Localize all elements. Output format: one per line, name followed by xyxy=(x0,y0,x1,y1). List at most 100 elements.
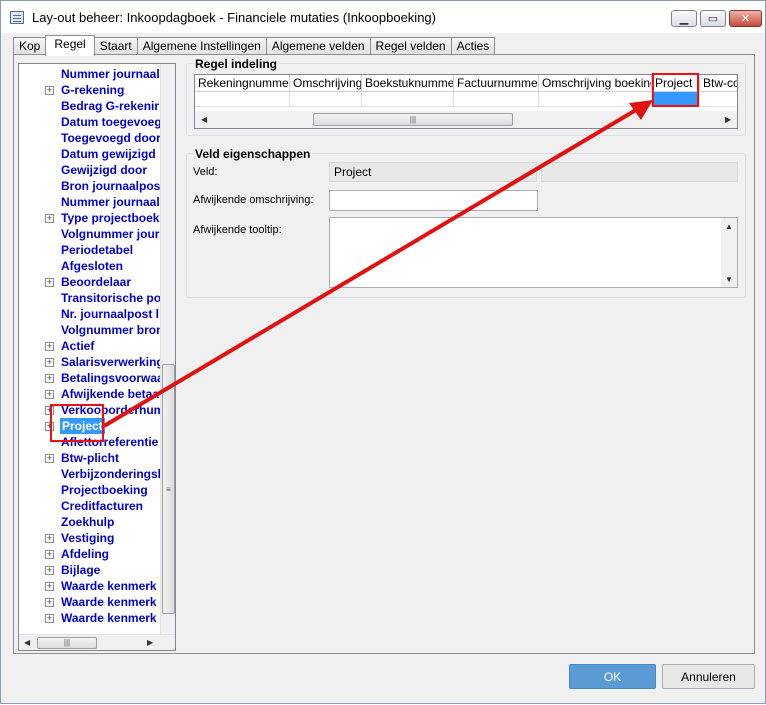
tree-item[interactable]: + Waarde kenmerk xyxy=(19,594,162,610)
grid-cell[interactable] xyxy=(454,92,539,107)
tree-item[interactable]: + Salarisverwerking xyxy=(19,354,164,370)
tree-item[interactable]: Creditfacturen xyxy=(19,498,162,514)
tree-item[interactable]: + Btw-plicht xyxy=(19,450,162,466)
tree-vertical-scroll-thumb[interactable]: ≡ xyxy=(162,364,175,614)
tree-vertical-scrollbar[interactable]: ≡ xyxy=(160,64,175,634)
minimize-button[interactable]: ▁ xyxy=(671,10,697,27)
grid-horizontal-scroll-thumb[interactable]: ||| xyxy=(313,113,513,126)
tree-item[interactable]: Periodetabel xyxy=(19,242,162,258)
expand-icon[interactable]: + xyxy=(45,86,54,95)
app-icon xyxy=(10,11,24,24)
tree-item[interactable]: + Type projectboek xyxy=(19,210,162,226)
tab-regel-velden[interactable]: Regel velden xyxy=(369,37,452,55)
tree-item[interactable]: Datum gewijzigd xyxy=(19,146,162,162)
grid-cell[interactable] xyxy=(290,92,362,107)
tree-item[interactable]: Nummer journaalp xyxy=(19,194,167,210)
grid-column-header[interactable]: Factuurnummer xyxy=(454,75,539,92)
tree-horizontal-scrollbar[interactable]: ◀ ||| ▶ xyxy=(19,634,175,650)
cancel-button[interactable]: Annuleren xyxy=(662,664,755,689)
tree-item-label: Betalingsvoorwaa xyxy=(61,371,164,385)
tree-item[interactable]: Toegevoegd door xyxy=(19,130,162,146)
tree-item[interactable]: Volgnummer journ xyxy=(19,226,167,242)
tab-staart[interactable]: Staart xyxy=(93,37,138,55)
tree-item-label: Actief xyxy=(61,339,95,353)
expand-icon[interactable]: + xyxy=(45,374,54,383)
annotation-box-grid-project xyxy=(652,73,699,107)
expand-icon[interactable]: + xyxy=(45,598,54,607)
afwijkende-tooltip-label: Afwijkende tooltip: xyxy=(193,224,282,236)
tree-item-label: Datum toegevoeg xyxy=(61,115,162,129)
expand-icon[interactable]: + xyxy=(45,342,54,351)
grid-cell[interactable] xyxy=(539,92,652,107)
tree-item[interactable]: Bron journaalpost xyxy=(19,178,164,194)
scroll-down-icon[interactable]: ▼ xyxy=(725,275,733,284)
tree-item[interactable]: + Vestiging xyxy=(19,530,162,546)
grid-horizontal-scrollbar[interactable]: ◀ ||| ▶ xyxy=(195,111,737,128)
tree-item[interactable]: + Actief xyxy=(19,338,162,354)
tree-item-label: Volgnummer bron xyxy=(61,323,164,337)
ok-button[interactable]: OK xyxy=(569,664,656,689)
veld-extra-value xyxy=(541,162,738,182)
tree-horizontal-scroll-thumb[interactable]: ||| xyxy=(37,637,97,649)
grid-scroll-left-icon[interactable]: ◀ xyxy=(201,115,207,124)
scroll-up-icon[interactable]: ▲ xyxy=(725,222,733,231)
afwijkende-tooltip-textarea[interactable]: ▲ ▼ xyxy=(329,217,738,288)
tree-item[interactable]: Bedrag G-rekenir xyxy=(19,98,162,114)
tree-item-label: Afgesloten xyxy=(61,259,124,273)
tree-item-label: Toegevoegd door xyxy=(61,131,161,145)
tab-acties[interactable]: Acties xyxy=(450,37,496,55)
tree-item[interactable]: Transitorische po xyxy=(19,290,162,306)
field-tree[interactable]: Nummer journaalp + G-rekening Bedrag G-reke… xyxy=(18,63,176,651)
tab-algemene-velden[interactable]: Algemene velden xyxy=(265,37,371,55)
tree-item[interactable]: Projectboeking xyxy=(19,482,162,498)
expand-icon[interactable]: + xyxy=(45,534,54,543)
tree-item[interactable]: Zoekhulp xyxy=(19,514,162,530)
tree-item[interactable]: + Beoordelaar xyxy=(19,274,162,290)
grid-column-header[interactable]: Omschrijving xyxy=(290,75,362,92)
tab-algemene-instellingen[interactable]: Algemene Instellingen xyxy=(136,37,267,55)
scroll-left-icon[interactable]: ◀ xyxy=(24,638,30,647)
annotation-box-tree-project xyxy=(50,404,104,442)
expand-icon[interactable]: + xyxy=(45,614,54,623)
tree-item[interactable]: Verbijzonderingsb xyxy=(19,466,166,482)
tree-item[interactable]: Datum toegevoeg xyxy=(19,114,162,130)
tree-item[interactable]: Volgnummer bron xyxy=(19,322,164,338)
regel-indeling-title: Regel indeling xyxy=(193,57,280,71)
tree-item[interactable]: + Waarde kenmerk xyxy=(19,610,162,626)
grid-cell[interactable] xyxy=(195,92,290,107)
expand-icon[interactable]: + xyxy=(45,214,54,223)
tree-item[interactable]: + Afdeling xyxy=(19,546,162,562)
textarea-scrollbar[interactable]: ▲ ▼ xyxy=(721,218,737,287)
expand-icon[interactable]: + xyxy=(45,454,54,463)
grid-column-header[interactable]: Omschrijving boeking xyxy=(539,75,652,92)
tree-item[interactable]: Gewijzigd door xyxy=(19,162,162,178)
expand-icon[interactable]: + xyxy=(45,390,54,399)
tree-item[interactable]: + Waarde kenmerk xyxy=(19,578,162,594)
grid-column-header[interactable]: Rekeningnummer xyxy=(195,75,290,92)
tree-item[interactable]: + Bijlage xyxy=(19,562,162,578)
tab-regel[interactable]: Regel xyxy=(45,35,95,56)
tree-item[interactable]: Nr. journaalpost l xyxy=(19,306,162,322)
afwijkende-omschrijving-input[interactable] xyxy=(329,190,538,211)
close-button[interactable]: ✕ xyxy=(729,10,762,27)
expand-icon[interactable]: + xyxy=(45,278,54,287)
expand-icon[interactable]: + xyxy=(45,358,54,367)
expand-icon[interactable]: + xyxy=(45,550,54,559)
maximize-button[interactable]: ▭ xyxy=(700,10,726,27)
tab-kop[interactable]: Kop xyxy=(13,37,47,55)
grid-cell[interactable] xyxy=(362,92,454,107)
tree-item[interactable]: + G-rekening xyxy=(19,82,162,98)
tree-item[interactable]: Nummer journaalp xyxy=(19,66,167,82)
tree-item[interactable]: + Betalingsvoorwaa xyxy=(19,370,164,386)
expand-icon[interactable]: + xyxy=(45,582,54,591)
expand-icon[interactable]: + xyxy=(45,566,54,575)
grid-cell[interactable] xyxy=(700,92,737,107)
tree-item-label: Waarde kenmerk xyxy=(61,579,157,593)
grid-scroll-right-icon[interactable]: ▶ xyxy=(725,115,731,124)
tree-item[interactable]: Afgesloten xyxy=(19,258,162,274)
tree-item-label: Verbijzonderingsb xyxy=(61,467,166,481)
tree-item[interactable]: + Afwijkende betaa xyxy=(19,386,162,402)
grid-column-header[interactable]: Boekstuknummer xyxy=(362,75,454,92)
scroll-right-icon[interactable]: ▶ xyxy=(147,638,153,647)
grid-column-header[interactable]: Btw-co xyxy=(700,75,737,92)
